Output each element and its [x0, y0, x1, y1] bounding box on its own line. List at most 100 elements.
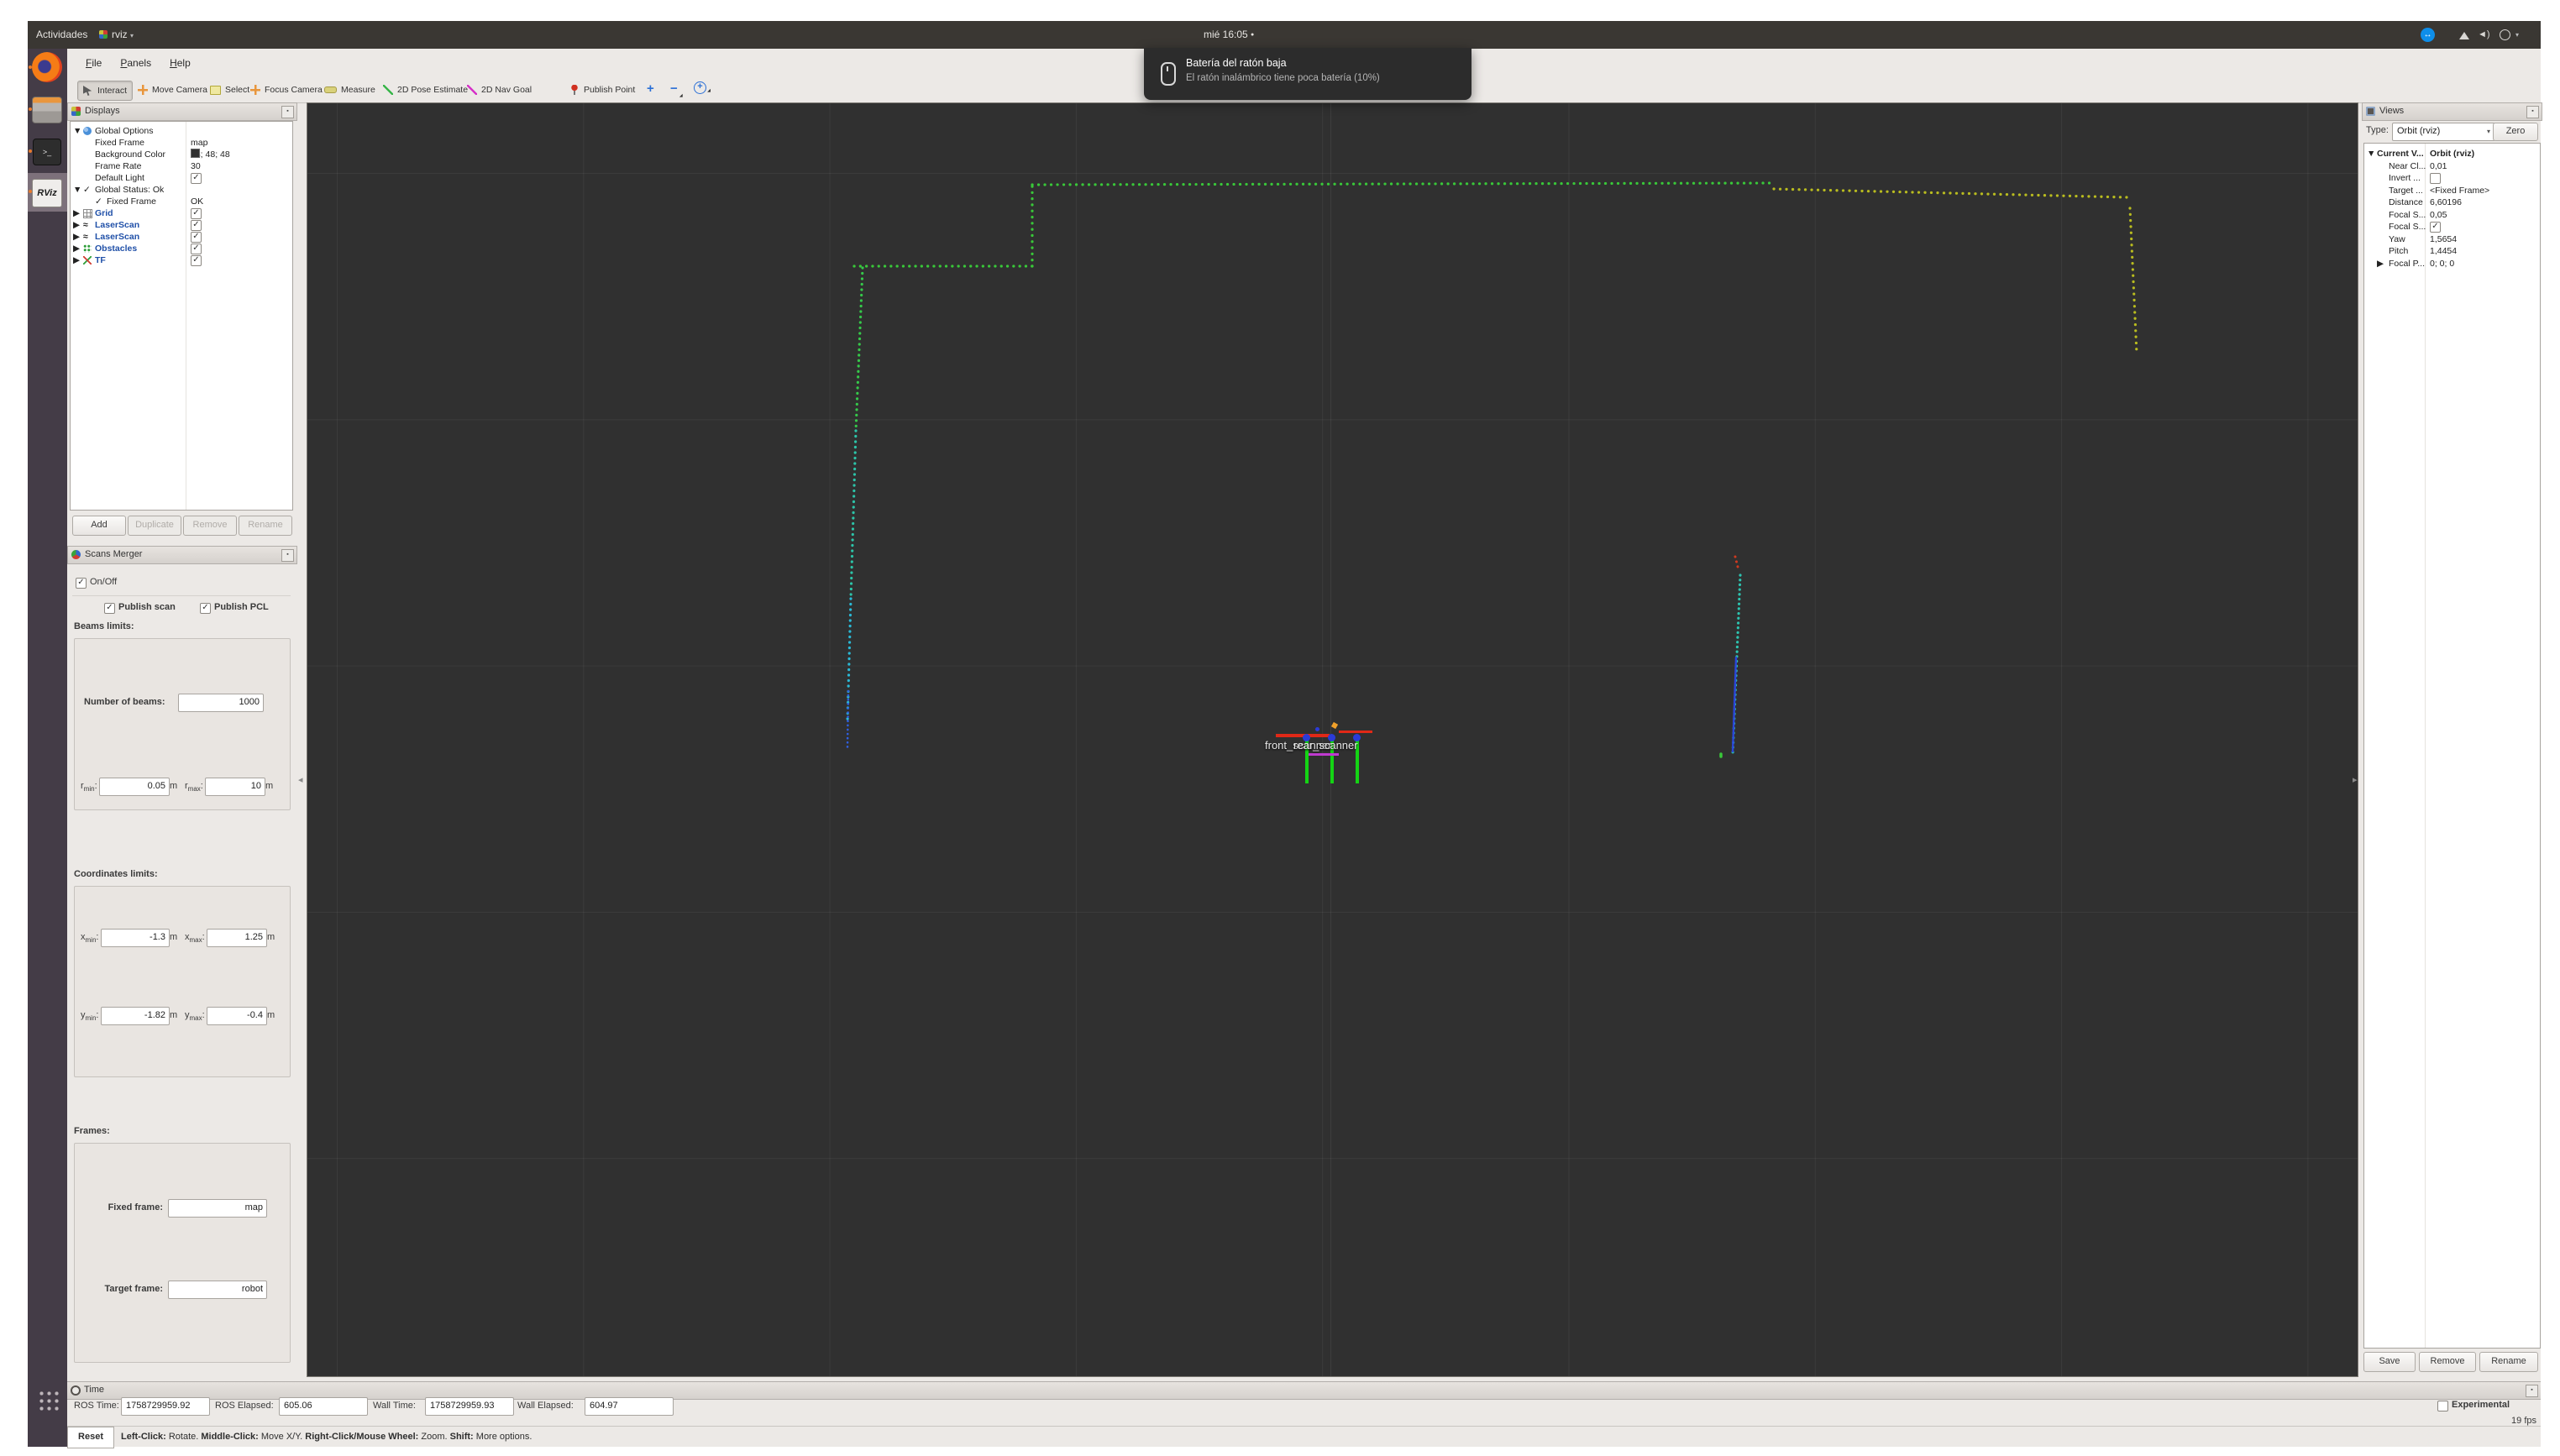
- tree-row[interactable]: ▶Grid✓: [71, 207, 292, 219]
- tree-row[interactable]: Focal S...✓: [2364, 221, 2540, 233]
- property-value: OK: [191, 196, 203, 207]
- add-tool-button[interactable]: +: [647, 81, 654, 96]
- rviz-dock-icon[interactable]: RViz: [32, 176, 63, 207]
- tree-row[interactable]: ▶Obstacles✓: [71, 243, 292, 254]
- tree-row[interactable]: ▼✓Global Status: Ok: [71, 184, 292, 196]
- tool-focus-camera[interactable]: Focus Camera: [245, 81, 328, 99]
- on-off-checkbox[interactable]: ✓: [76, 578, 87, 589]
- teamviewer-tray-icon[interactable]: ↔: [2421, 28, 2435, 42]
- expander-icon[interactable]: ▶: [73, 254, 80, 266]
- power-icon[interactable]: [2500, 29, 2510, 40]
- expander-icon[interactable]: ▼: [73, 125, 81, 137]
- menu-help[interactable]: Help: [170, 57, 191, 69]
- left-splitter-arrow[interactable]: ◂: [298, 776, 303, 785]
- rostime-input[interactable]: 1758729959.92: [121, 1397, 210, 1416]
- expander-icon[interactable]: ▼: [2367, 148, 2375, 160]
- displays-panel-float-button[interactable]: ▪: [281, 106, 294, 118]
- tree-row[interactable]: Frame Rate30: [71, 160, 292, 172]
- target-frame-input[interactable]: robot: [168, 1281, 267, 1299]
- remove-view-button[interactable]: Remove: [2419, 1352, 2476, 1372]
- remove-tool-button[interactable]: −: [670, 81, 678, 96]
- publish-pcl-checkbox[interactable]: ✓: [200, 603, 211, 614]
- property-checkbox[interactable]: ✓: [191, 232, 202, 243]
- tool-interact[interactable]: Interact: [77, 81, 133, 101]
- property-checkbox[interactable]: ✓: [191, 173, 202, 184]
- time-panel-float-button[interactable]: ▪: [2526, 1385, 2538, 1397]
- ymax-input[interactable]: -0.4: [207, 1007, 267, 1025]
- tree-row[interactable]: Pitch1,4454: [2364, 245, 2540, 258]
- file-manager-dock-icon[interactable]: [32, 94, 63, 125]
- views-panel-title: Views: [2379, 103, 2404, 119]
- network-icon[interactable]: [2459, 32, 2469, 39]
- tree-row[interactable]: Yaw1,5654: [2364, 233, 2540, 246]
- rmin-input[interactable]: 0.05: [99, 778, 170, 796]
- number-of-beams-input[interactable]: 1000: [178, 694, 264, 712]
- tree-row[interactable]: ✓Fixed FrameOK: [71, 196, 292, 207]
- tool-publish-point[interactable]: Publish Point: [564, 81, 640, 99]
- walltime-input[interactable]: 1758729959.93: [425, 1397, 514, 1416]
- scans-merger-panel-float-button[interactable]: ▪: [281, 549, 294, 562]
- rmax-input[interactable]: 10: [205, 778, 265, 796]
- tree-row[interactable]: ▼Global Options: [71, 125, 292, 137]
- tool-properties-button[interactable]: +: [694, 81, 706, 94]
- clock[interactable]: mié 16:05 ●: [1204, 21, 1254, 49]
- wallelapsed-input[interactable]: 604.97: [585, 1397, 674, 1416]
- expander-icon[interactable]: ▶: [2377, 258, 2384, 270]
- expander-icon[interactable]: ▶: [73, 243, 80, 254]
- add-display-button[interactable]: Add: [72, 516, 126, 536]
- system-menu-chevron-icon[interactable]: ▾: [2515, 21, 2519, 49]
- firefox-dock-icon[interactable]: [32, 52, 63, 83]
- zero-button[interactable]: Zero: [2493, 123, 2538, 141]
- activities-button[interactable]: Actividades: [36, 21, 87, 49]
- tool-measure[interactable]: Measure: [319, 81, 380, 99]
- roselapsed-input[interactable]: 605.06: [279, 1397, 368, 1416]
- expander-icon[interactable]: ▼: [73, 184, 81, 196]
- menu-file[interactable]: File: [86, 57, 102, 69]
- show-applications-button[interactable]: [37, 1389, 59, 1411]
- tool-2d-nav-goal[interactable]: 2D Nav Goal: [462, 81, 537, 99]
- menu-panels[interactable]: Panels: [120, 57, 151, 69]
- tree-row[interactable]: ▶≈LaserScan✓: [71, 219, 292, 231]
- experimental-checkbox[interactable]: [2437, 1401, 2448, 1411]
- tree-row[interactable]: Target ...<Fixed Frame>: [2364, 185, 2540, 197]
- tree-row[interactable]: ▶≈LaserScan✓: [71, 231, 292, 243]
- tree-row[interactable]: ▼Current V...Orbit (rviz): [2364, 148, 2540, 160]
- reset-button[interactable]: Reset: [67, 1427, 114, 1448]
- tree-row[interactable]: Distance6,60196: [2364, 196, 2540, 209]
- tree-row[interactable]: ▶Focal P...0; 0; 0: [2364, 258, 2540, 270]
- 3d-viewport[interactable]: front_scanner rear_scanner: [307, 102, 2358, 1377]
- property-checkbox[interactable]: ✓: [191, 255, 202, 266]
- property-checkbox[interactable]: [2430, 173, 2441, 184]
- rename-view-button[interactable]: Rename: [2479, 1352, 2538, 1372]
- expander-icon[interactable]: ▶: [73, 231, 80, 243]
- save-view-button[interactable]: Save: [2363, 1352, 2416, 1372]
- tree-row[interactable]: ▶TF✓: [71, 254, 292, 266]
- expander-icon[interactable]: ▶: [73, 207, 80, 219]
- views-panel-float-button[interactable]: ▪: [2526, 106, 2539, 118]
- expander-icon[interactable]: ▶: [73, 219, 80, 231]
- notification-toast[interactable]: Batería del ratón baja El ratón inalámbr…: [1144, 48, 1471, 100]
- publish-scan-checkbox[interactable]: ✓: [104, 603, 115, 614]
- property-checkbox[interactable]: ✓: [191, 208, 202, 219]
- xmin-input[interactable]: -1.3: [101, 929, 170, 947]
- tree-row[interactable]: Invert ...: [2364, 172, 2540, 185]
- ymin-input[interactable]: -1.82: [101, 1007, 170, 1025]
- app-menu[interactable]: rviz ▾: [99, 21, 134, 49]
- volume-icon[interactable]: ◄): [2478, 21, 2490, 49]
- property-checkbox[interactable]: ✓: [191, 220, 202, 231]
- property-checkbox[interactable]: ✓: [191, 244, 202, 254]
- tree-row[interactable]: Focal S...0,05: [2364, 209, 2540, 222]
- tool-label: Interact: [97, 86, 127, 96]
- tree-row[interactable]: Fixed Framemap: [71, 137, 292, 149]
- tool-2d-pose-estimate[interactable]: 2D Pose Estimate: [378, 81, 473, 99]
- terminal-dock-icon[interactable]: >_: [32, 136, 63, 167]
- right-splitter-arrow[interactable]: ▸: [2353, 776, 2358, 785]
- tree-row[interactable]: Default Light✓: [71, 172, 292, 184]
- tree-row[interactable]: Background Color48; 48; 48: [71, 149, 292, 160]
- view-type-select[interactable]: Orbit (rviz)▾: [2392, 123, 2495, 141]
- fixed-frame-input[interactable]: map: [168, 1199, 267, 1218]
- xmax-input[interactable]: 1.25: [207, 929, 267, 947]
- tree-row[interactable]: Near Cl...0,01: [2364, 160, 2540, 173]
- property-checkbox[interactable]: ✓: [2430, 222, 2441, 233]
- tool-move-camera[interactable]: Move Camera: [133, 81, 212, 99]
